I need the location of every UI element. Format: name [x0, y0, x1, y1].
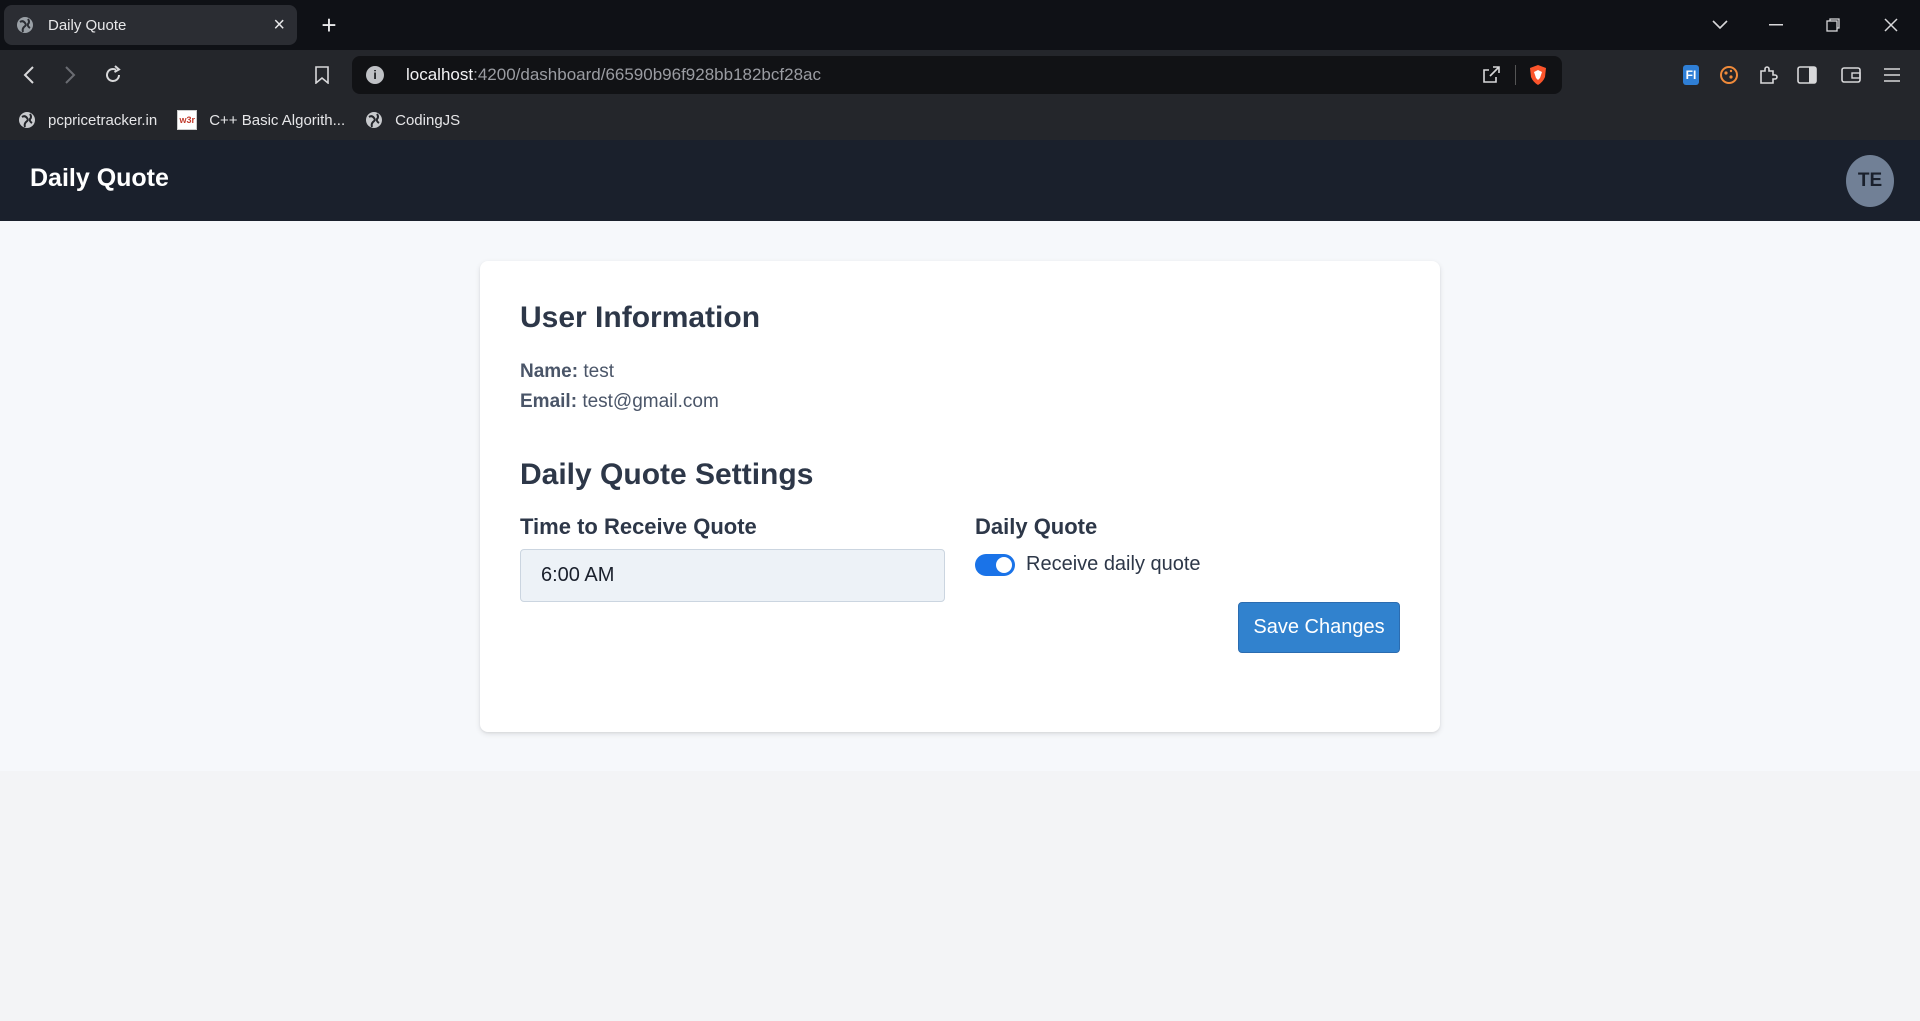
toggle-knob — [996, 556, 1012, 573]
daily-quote-label: Daily Quote — [975, 514, 1098, 539]
main-content: User Information Name: test Email: test@… — [0, 221, 1920, 771]
globe-icon — [17, 17, 33, 33]
bookmark-label: pcpricetracker.in — [48, 111, 158, 129]
globe-icon — [19, 112, 35, 128]
settings-card: User Information Name: test Email: test@… — [480, 261, 1440, 732]
browser-toolbar: i localhost:4200/dashboard/66590b96f928b… — [0, 50, 1920, 140]
bookmark-codingjs[interactable]: CodingJS — [365, 111, 460, 129]
avatar[interactable]: TE — [1846, 155, 1894, 207]
app-title[interactable]: Daily Quote — [30, 164, 169, 193]
close-window-icon[interactable] — [1876, 12, 1906, 38]
email-label: Email: — [520, 391, 578, 412]
tab-title: Daily Quote — [48, 16, 127, 34]
new-tab-button[interactable]: + — [314, 10, 344, 40]
browser-tabbar: Daily Quote × + — [0, 0, 1920, 50]
browser-tab[interactable]: Daily Quote × — [4, 5, 297, 45]
name-line: Name: test — [520, 361, 614, 383]
extension-badge-text: FI — [1682, 65, 1700, 85]
address-bar[interactable]: i localhost:4200/dashboard/66590b96f928b… — [352, 56, 1562, 94]
time-label: Time to Receive Quote — [520, 514, 757, 539]
email-value: test@gmail.com — [582, 391, 719, 412]
daily-quote-toggle[interactable] — [975, 553, 1015, 576]
reload-icon[interactable] — [98, 62, 128, 88]
tab-search-icon[interactable] — [1705, 12, 1735, 38]
w3-icon: w3r — [177, 110, 198, 130]
toggle-label[interactable]: Receive daily quote — [1026, 553, 1201, 576]
url-host: localhost — [406, 65, 474, 84]
app-header: Daily Quote TE — [0, 140, 1920, 221]
bookmark-label: C++ Basic Algorith... — [209, 111, 346, 129]
time-input[interactable]: 6:00 AM — [520, 549, 945, 602]
wallet-icon[interactable] — [1839, 63, 1863, 87]
back-icon[interactable] — [14, 62, 44, 88]
restore-icon[interactable] — [1818, 12, 1848, 38]
share-icon[interactable] — [1481, 65, 1501, 85]
minimize-icon[interactable] — [1761, 12, 1791, 38]
menu-icon[interactable] — [1880, 63, 1904, 87]
url-path: :4200/dashboard/66590b96f928bb182bcf28ac — [473, 65, 821, 84]
bookmark-cpp-algorithms[interactable]: w3r C++ Basic Algorith... — [177, 110, 345, 130]
sidebar-icon[interactable] — [1795, 63, 1819, 87]
site-info-icon[interactable]: i — [366, 66, 384, 84]
cookie-extension-icon[interactable] — [1717, 63, 1741, 87]
brave-shield-icon[interactable] — [1528, 64, 1548, 86]
bookmark-label: CodingJS — [395, 111, 461, 129]
close-tab-icon[interactable]: × — [273, 15, 285, 35]
extension-fi-icon[interactable]: FI — [1679, 63, 1703, 87]
bookmark-icon[interactable] — [307, 62, 337, 88]
settings-heading: Daily Quote Settings — [520, 458, 814, 491]
save-changes-button[interactable]: Save Changes — [1238, 602, 1400, 653]
daily-quote-toggle-row: Receive daily quote — [975, 553, 1201, 576]
email-line: Email: test@gmail.com — [520, 391, 719, 413]
name-value: test — [583, 361, 614, 382]
forward-icon[interactable] — [55, 62, 85, 88]
name-label: Name: — [520, 361, 579, 382]
bookmarks-bar: pcpricetracker.in w3r C++ Basic Algorith… — [0, 100, 1920, 140]
extensions-puzzle-icon[interactable] — [1756, 63, 1780, 87]
globe-icon — [366, 112, 383, 128]
user-info-heading: User Information — [520, 301, 761, 334]
bookmark-pcpricetracker[interactable]: pcpricetracker.in — [18, 111, 157, 129]
